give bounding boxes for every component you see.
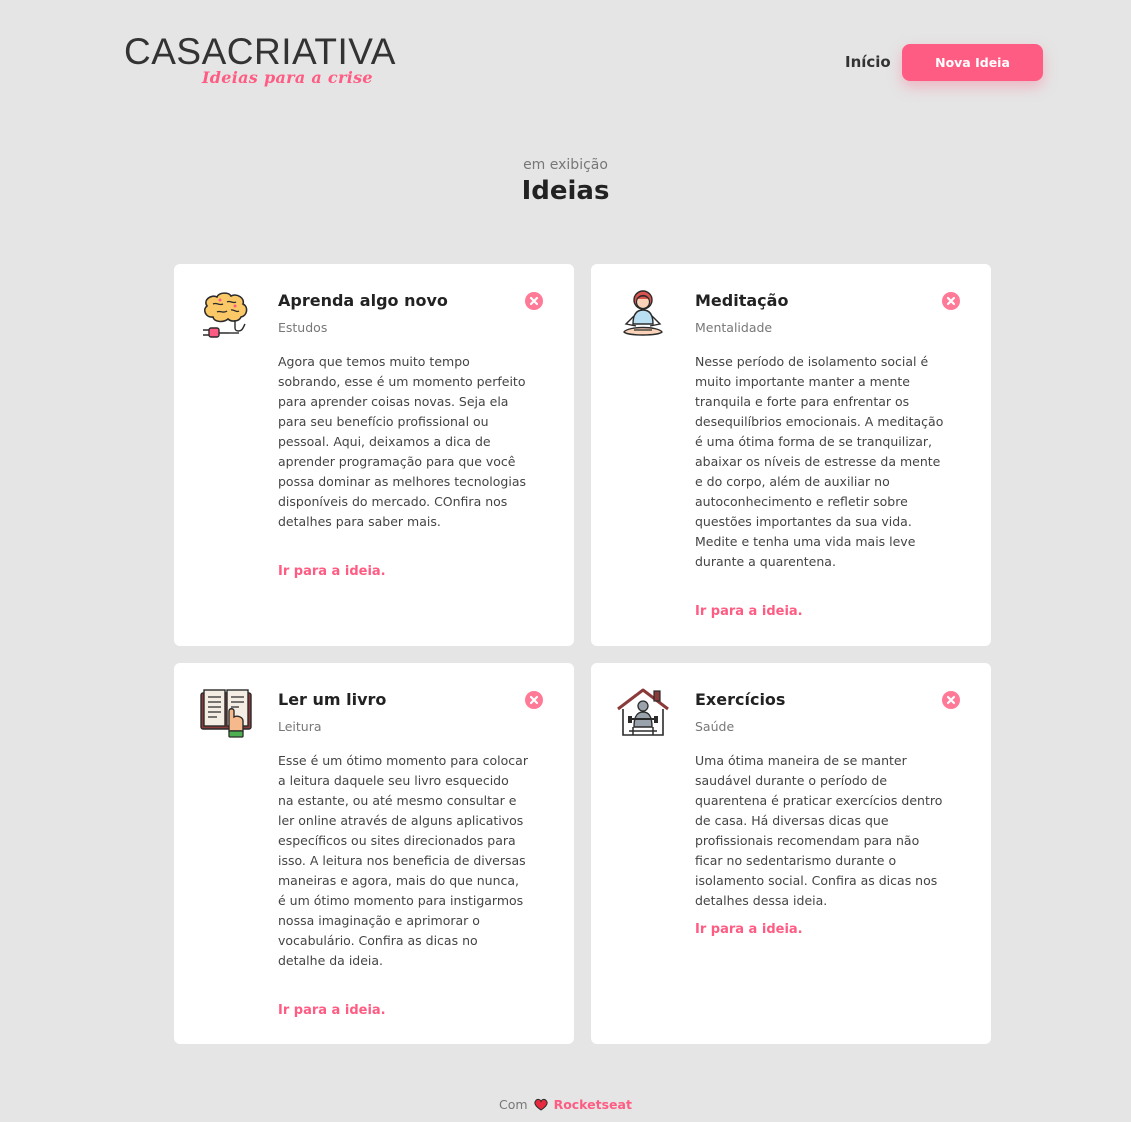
remove-idea-button[interactable] xyxy=(942,292,960,310)
meditation-icon xyxy=(616,288,670,342)
section-subtitle: em exibição xyxy=(523,157,608,173)
logo[interactable]: CASACRIATIVA Ideias para a crise xyxy=(124,32,404,94)
footer: Com Rocketseat xyxy=(0,1097,1131,1114)
idea-card: Exercícios Saúde Uma ótima maneira de se… xyxy=(591,663,991,1044)
logo-tagline: Ideias para a crise xyxy=(202,68,373,87)
heart-icon xyxy=(533,1098,548,1114)
idea-category: Saúde xyxy=(695,719,735,734)
idea-description: Uma ótima maneira de se manter saudável … xyxy=(695,753,943,908)
close-icon xyxy=(529,695,539,705)
remove-idea-button[interactable] xyxy=(942,691,960,709)
idea-link[interactable]: Ir para a ideia. xyxy=(278,564,386,579)
remove-idea-button[interactable] xyxy=(525,691,543,709)
idea-card: Ler um livro Leitura Esse é um ótimo mom… xyxy=(174,663,574,1044)
nav-home-link[interactable]: Início xyxy=(845,53,891,71)
close-icon xyxy=(529,296,539,306)
header: CASACRIATIVA Ideias para a crise Início … xyxy=(0,0,1131,110)
home-workout-icon xyxy=(616,687,670,741)
idea-category: Mentalidade xyxy=(695,320,773,335)
idea-link[interactable]: Ir para a ideia. xyxy=(695,604,803,619)
footer-prefix: Com xyxy=(499,1097,528,1112)
idea-card: Aprenda algo novo Estudos Agora que temo… xyxy=(174,264,574,646)
page-title: Ideias xyxy=(521,176,610,206)
idea-description: Nesse período de isolamento social é mui… xyxy=(695,354,944,569)
idea-card: Meditação Mentalidade Nesse período de i… xyxy=(591,264,991,646)
brain-plug-icon xyxy=(199,288,253,342)
idea-title: Aprenda algo novo xyxy=(278,291,448,310)
close-icon xyxy=(946,695,956,705)
idea-description: Esse é um ótimo momento para colocar a l… xyxy=(278,753,528,968)
idea-category: Estudos xyxy=(278,320,328,335)
book-icon xyxy=(199,687,253,741)
idea-description: Agora que temos muito tempo sobrando, es… xyxy=(278,354,526,529)
close-icon xyxy=(946,296,956,306)
logo-title: CASACRIATIVA xyxy=(124,31,396,72)
idea-title: Ler um livro xyxy=(278,690,387,709)
idea-link[interactable]: Ir para a ideia. xyxy=(695,922,803,937)
new-idea-button[interactable]: Nova Ideia xyxy=(902,44,1043,81)
idea-link[interactable]: Ir para a ideia. xyxy=(278,1003,386,1018)
idea-title: Exercícios xyxy=(695,690,786,709)
rocketseat-link[interactable]: Rocketseat xyxy=(554,1097,632,1112)
remove-idea-button[interactable] xyxy=(525,292,543,310)
idea-category: Leitura xyxy=(278,719,322,734)
idea-title: Meditação xyxy=(695,291,789,310)
